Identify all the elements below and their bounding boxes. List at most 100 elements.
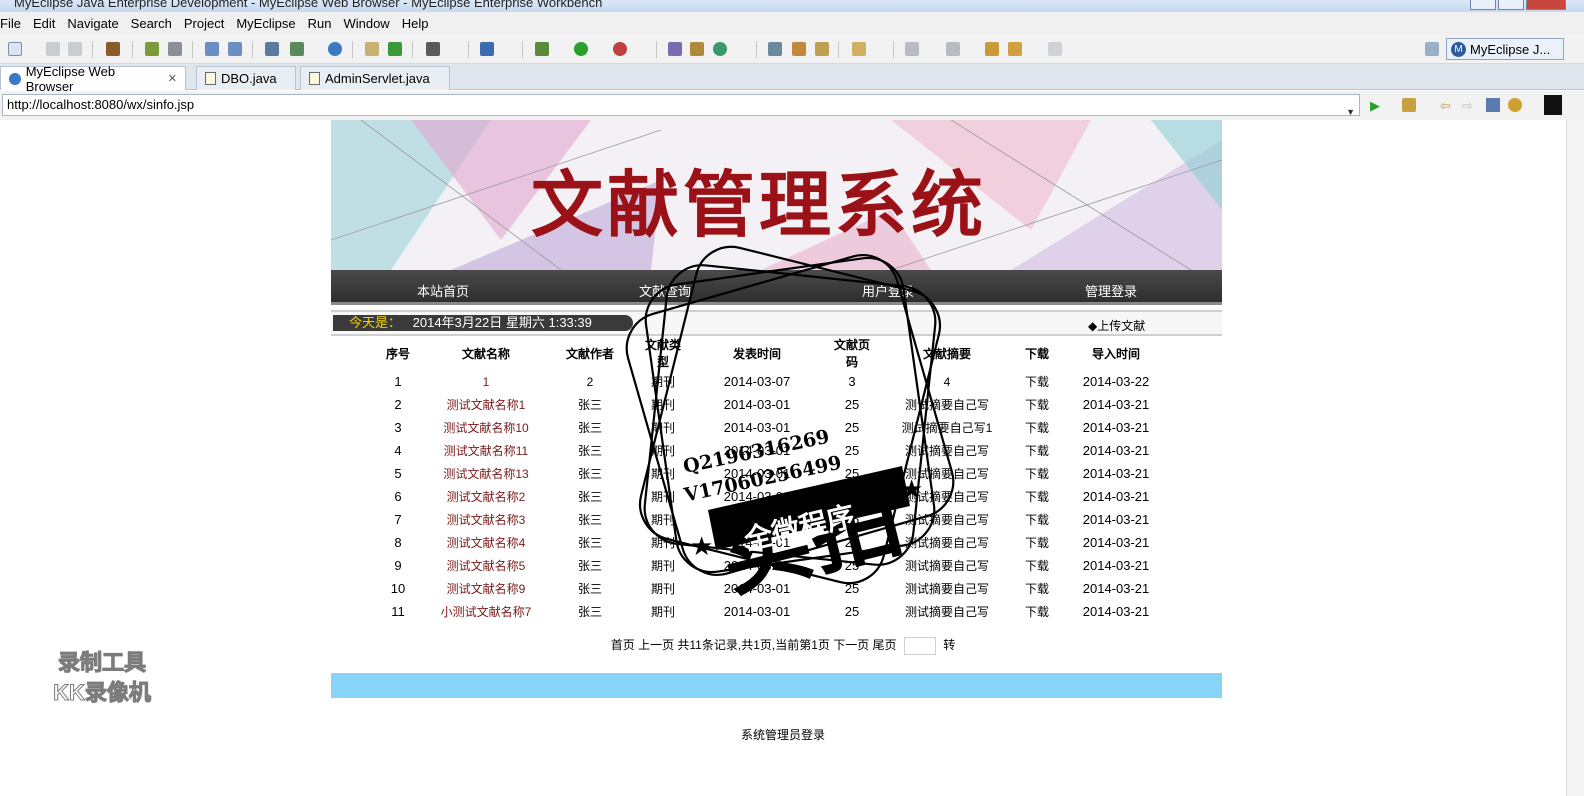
wizard2-icon[interactable] <box>228 42 242 56</box>
cell-name[interactable]: 测试文献名称9 <box>436 577 536 600</box>
deploy-icon[interactable] <box>145 42 159 56</box>
close-icon[interactable]: ✕ <box>168 72 177 85</box>
download-link[interactable]: 下载 <box>1022 600 1052 623</box>
refresh-icon[interactable] <box>388 42 402 56</box>
new-icon[interactable] <box>8 42 22 56</box>
browser-forward-icon[interactable]: ⇨ <box>1462 98 1476 113</box>
browser-tools-icon[interactable] <box>1402 98 1416 112</box>
last-edit-icon[interactable] <box>985 42 999 56</box>
table-row: 6 测试文献名称2 张三 期刊 2014-03-01 25 测试摘要自己写 下载 2014-03… <box>360 485 1180 508</box>
vertical-scrollbar[interactable] <box>1566 120 1584 796</box>
menu-project[interactable]: Project <box>178 16 230 31</box>
open-perspective-icon[interactable] <box>768 42 782 56</box>
menu-file[interactable]: File <box>0 16 27 31</box>
close-window-button[interactable] <box>1526 0 1566 10</box>
tab-web-browser[interactable]: MyEclipse Web Browser ✕ <box>0 64 186 94</box>
nav-user-login[interactable]: 用户登录 <box>862 281 914 300</box>
download-link[interactable]: 下载 <box>1022 577 1052 600</box>
download-link[interactable]: 下载 <box>1022 554 1052 577</box>
menu-myeclipse[interactable]: MyEclipse <box>230 16 301 31</box>
debug-icon[interactable] <box>535 42 549 56</box>
menu-help[interactable]: Help <box>396 16 435 31</box>
download-link[interactable]: 下载 <box>1022 416 1052 439</box>
menu-run[interactable]: Run <box>302 16 338 31</box>
url-input[interactable]: http://localhost:8080/wx/sinfo.jsp ▼ <box>2 94 1360 117</box>
cell-name[interactable]: 测试文献名称5 <box>436 554 536 577</box>
cell-name[interactable]: 测试文献名称1 <box>436 393 536 416</box>
browser-refresh-icon[interactable] <box>1508 98 1522 112</box>
menu-navigate[interactable]: Navigate <box>61 16 124 31</box>
goto-label[interactable]: 转 <box>943 638 955 652</box>
cell-name[interactable]: 测试文献名称4 <box>436 531 536 554</box>
new-java-project-icon[interactable] <box>668 42 682 56</box>
server-icon[interactable] <box>168 42 182 56</box>
upload-link[interactable]: ◆上传文献 <box>1088 317 1145 334</box>
search-tool-icon[interactable] <box>792 42 806 56</box>
menu-window[interactable]: Window <box>337 16 395 31</box>
cell-abstract: 测试摘要自己写 <box>904 582 989 596</box>
menu-edit[interactable]: Edit <box>27 16 61 31</box>
folder-icon[interactable] <box>365 42 379 56</box>
package-icon[interactable] <box>106 42 120 56</box>
open-type-icon[interactable] <box>480 42 494 56</box>
maximize-button[interactable] <box>1498 0 1524 10</box>
nav-search[interactable]: 文献查询 <box>639 281 691 300</box>
chevron-down-icon[interactable]: ▼ <box>1346 102 1355 122</box>
menu-search[interactable]: Search <box>125 16 178 31</box>
perspective-button[interactable]: M MyEclipse J... <box>1446 38 1564 60</box>
run-icon[interactable] <box>574 42 588 56</box>
minimize-button[interactable] <box>1470 0 1496 10</box>
next-annotation-icon[interactable] <box>905 42 919 56</box>
perspective-switch-icon[interactable] <box>1425 42 1439 56</box>
download-link[interactable]: 下载 <box>1022 462 1052 485</box>
new-class-icon[interactable] <box>713 42 727 56</box>
download-link[interactable]: 下载 <box>1022 439 1052 462</box>
stop-icon[interactable] <box>1486 98 1500 112</box>
cell-name[interactable]: 1 <box>436 370 536 393</box>
download-link[interactable]: 下载 <box>1022 485 1052 508</box>
browser-back-icon[interactable]: ⇦ <box>1440 98 1454 113</box>
cell-publish-date: 2014-03-01 <box>723 581 791 596</box>
cell-name[interactable]: 测试文献名称11 <box>436 439 536 462</box>
download-link[interactable]: 下载 <box>1022 393 1052 416</box>
menu-bar: File Edit Navigate Search Project MyEcli… <box>0 12 1584 34</box>
cell-import-date: 2014-03-21 <box>1082 443 1150 458</box>
forward-icon[interactable] <box>1048 42 1062 56</box>
download-link[interactable]: 下载 <box>1022 531 1052 554</box>
task-icon[interactable] <box>815 42 829 56</box>
window-icon[interactable] <box>1544 95 1562 115</box>
screen-icon[interactable] <box>426 42 440 56</box>
globe-icon[interactable] <box>328 42 342 56</box>
cell-name[interactable]: 测试文献名称10 <box>436 416 536 439</box>
tab-dbo-java[interactable]: DBO.java <box>196 66 296 90</box>
save-all-icon[interactable] <box>68 42 82 56</box>
prev-annotation-icon[interactable] <box>946 42 960 56</box>
tab-adminservlet-java[interactable]: AdminServlet.java <box>300 66 450 90</box>
cell-type: 期刊 <box>650 467 675 481</box>
page-number-input[interactable] <box>903 636 936 655</box>
cell-name[interactable]: 测试文献名称2 <box>436 485 536 508</box>
save-icon[interactable] <box>46 42 60 56</box>
wizard-icon[interactable] <box>205 42 219 56</box>
cell-name[interactable]: 小测试文献名称7 <box>436 600 536 623</box>
tab-label: MyEclipse Web Browser <box>25 63 116 94</box>
cell-abstract: 测试摘要自己写1 <box>901 421 993 435</box>
back-icon[interactable] <box>1008 42 1022 56</box>
go-icon[interactable]: ▶ <box>1370 98 1384 113</box>
nav-admin-login[interactable]: 管理登录 <box>1085 281 1137 300</box>
open-folder-icon[interactable] <box>852 42 866 56</box>
external-tools-icon[interactable] <box>613 42 627 56</box>
download-link[interactable]: 下载 <box>1022 370 1052 393</box>
cell-index: 5 <box>394 466 402 481</box>
admin-login-link[interactable]: 系统管理员登录 <box>741 728 825 742</box>
cell-name[interactable]: 测试文献名称3 <box>436 508 536 531</box>
new-package-icon[interactable] <box>690 42 704 56</box>
cell-abstract: 测试摘要自己写 <box>904 559 989 573</box>
cell-name[interactable]: 测试文献名称13 <box>436 462 536 485</box>
db-icon[interactable] <box>265 42 279 56</box>
download-link[interactable]: 下载 <box>1022 508 1052 531</box>
myeclipse-icon: M <box>1451 41 1466 57</box>
pager-text[interactable]: 首页 上一页 共11条记录,共1页,当前第1页 下一页 尾页 <box>611 638 897 652</box>
run-server-icon[interactable] <box>290 42 304 56</box>
nav-home[interactable]: 本站首页 <box>417 281 469 300</box>
